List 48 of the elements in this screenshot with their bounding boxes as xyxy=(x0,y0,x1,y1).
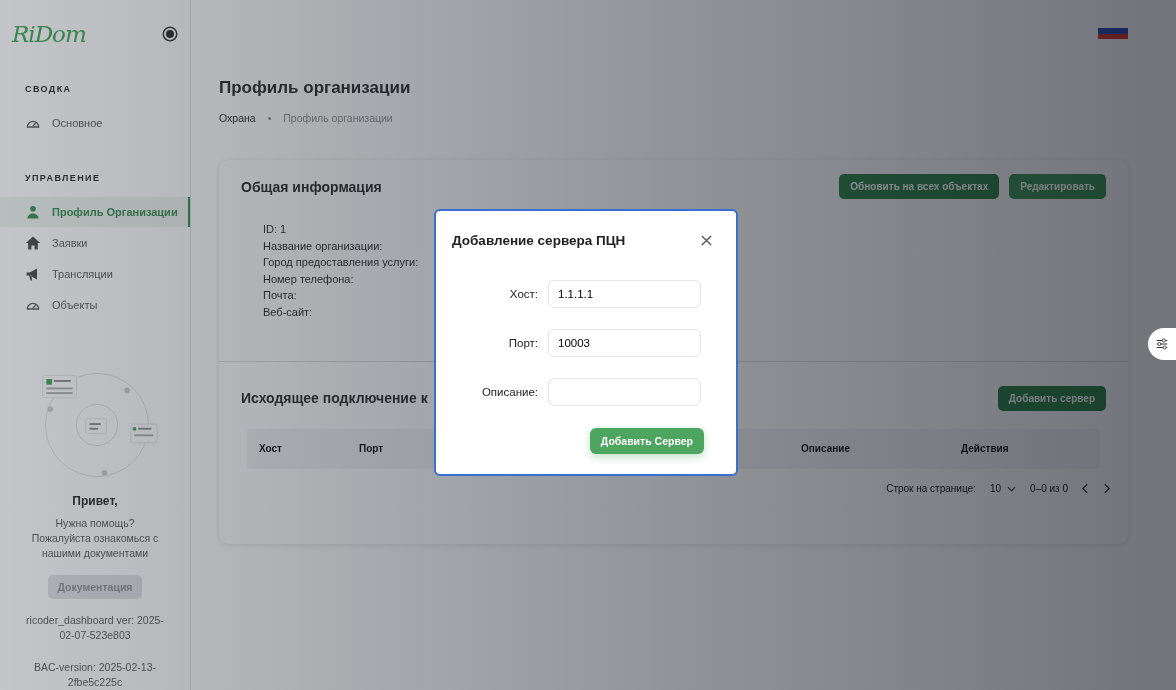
breadcrumb-separator: • xyxy=(267,112,272,124)
input-field[interactable]: 1.1.1.1 xyxy=(548,280,701,308)
card-title: Исходящее подключение к xyxy=(241,390,428,407)
help-title: Привет, xyxy=(71,494,119,508)
column-header: Описание xyxy=(800,443,851,455)
info-field: Номер телефона: xyxy=(263,270,354,288)
info-field: Название организации: xyxy=(263,237,383,255)
settings-icon[interactable] xyxy=(1148,328,1176,360)
sidebar-item[interactable]: Профиль Организации xyxy=(0,196,190,228)
breadcrumb[interactable]: Охрана xyxy=(219,112,256,124)
section-heading: УПРАВЛЕНИЕ xyxy=(24,171,102,185)
info-field: Почта: xyxy=(263,287,297,304)
house-icon xyxy=(25,234,41,251)
sidebar-item[interactable]: Заявки xyxy=(0,227,190,259)
info-field: Веб-сайт: xyxy=(263,303,313,321)
add-server-button[interactable]: Добавить сервер xyxy=(997,385,1106,411)
page-title: Профиль организации xyxy=(219,78,412,98)
help-text: Нужна помощь? Пожалуйста ознакомься с нашими документами xyxy=(30,516,160,561)
close-icon[interactable] xyxy=(701,235,712,246)
add-server-button[interactable]: Добавить Сервер xyxy=(589,428,704,454)
version-text: ricoder_dashboard ver: 2025-02-07-523e803 xyxy=(25,613,165,643)
rows-per-page-select[interactable]: 10 xyxy=(989,482,1016,494)
breadcrumb: Профиль организации xyxy=(283,112,393,124)
person-icon xyxy=(25,204,41,221)
version-text: BAC-version: 2025-02-13-2fbe5c225c xyxy=(33,660,157,690)
info-field: ID: 1 xyxy=(263,221,287,238)
field-label: Описание: xyxy=(480,386,538,398)
input-field[interactable]: 10003 xyxy=(548,329,701,357)
sidebar-item[interactable]: Объекты xyxy=(0,289,190,320)
sidebar-item[interactable]: Трансляции xyxy=(0,258,190,290)
prev-page-icon[interactable] xyxy=(1082,482,1089,494)
page-range: 0–0 из 0 xyxy=(1030,482,1068,494)
field-label: Порт: xyxy=(507,337,538,349)
sidebar-item[interactable]: Основное xyxy=(0,107,190,139)
info-field: Город предоставления услуги: xyxy=(263,254,419,271)
column-header: Хост xyxy=(258,443,283,455)
logo: RiDom xyxy=(12,20,86,47)
column-header: Порт xyxy=(358,443,385,455)
update-button[interactable]: Обновить на всех объектах xyxy=(839,174,1000,199)
input-field[interactable] xyxy=(548,378,701,406)
card-title: Общая информация xyxy=(241,178,382,195)
dialog-title: Добавление сервера ПЦН xyxy=(452,233,626,248)
section-heading: СВОДКА xyxy=(24,82,73,96)
rows-per-page-label: Строк на странице: xyxy=(886,482,976,494)
next-page-icon[interactable] xyxy=(1103,482,1110,494)
radio-icon[interactable] xyxy=(164,27,176,40)
field-label: Хост: xyxy=(508,288,538,300)
column-header: Действия xyxy=(960,443,1009,455)
